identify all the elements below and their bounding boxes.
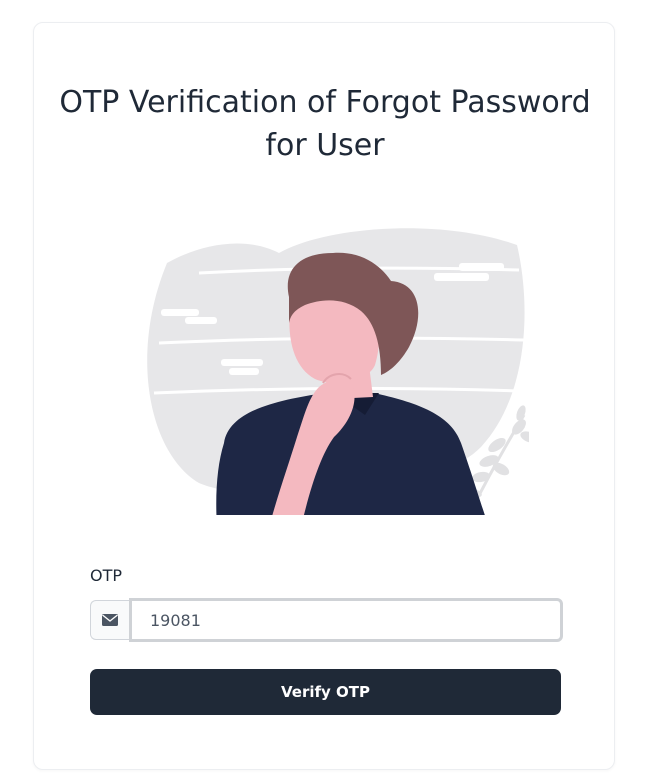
verification-card: OTP Verification of Forgot Password for …: [33, 22, 615, 770]
otp-label: OTP: [90, 566, 123, 585]
envelope-icon: [90, 600, 129, 640]
otp-input-group: [90, 598, 563, 642]
page-title: OTP Verification of Forgot Password for …: [59, 85, 591, 163]
otp-input[interactable]: [129, 598, 563, 642]
thinking-person-illustration: [147, 228, 529, 515]
verify-otp-button[interactable]: Verify OTP: [90, 669, 561, 715]
